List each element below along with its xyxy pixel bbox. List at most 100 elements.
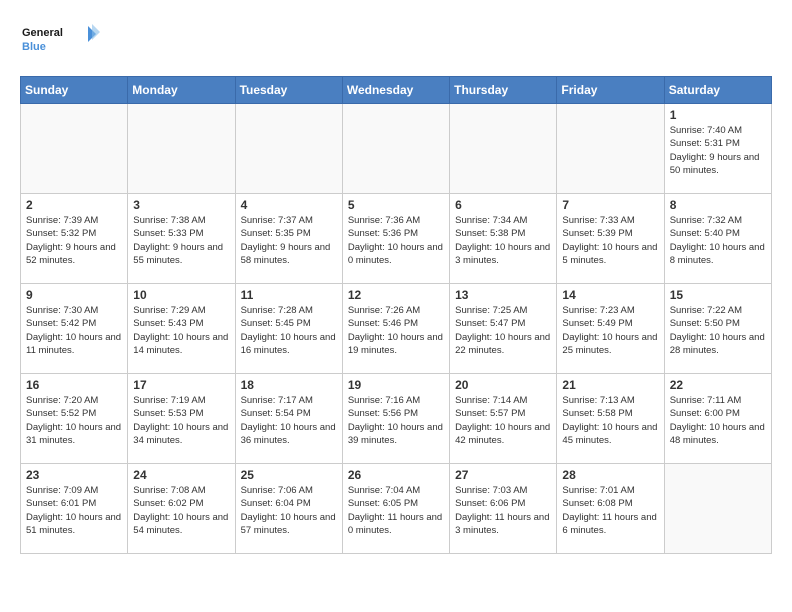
week-row-3: 9 Sunrise: 7:30 AM Sunset: 5:42 PM Daylig…	[21, 284, 772, 374]
calendar-cell	[235, 104, 342, 194]
day-info: Sunrise: 7:14 AM Sunset: 5:57 PM Dayligh…	[455, 394, 551, 447]
day-number: 14	[562, 288, 658, 302]
day-number: 23	[26, 468, 122, 482]
calendar-cell: 6 Sunrise: 7:34 AM Sunset: 5:38 PM Daylig…	[450, 194, 557, 284]
calendar-cell: 9 Sunrise: 7:30 AM Sunset: 5:42 PM Daylig…	[21, 284, 128, 374]
weekday-header-friday: Friday	[557, 77, 664, 104]
calendar-cell	[664, 464, 771, 554]
weekday-header-sunday: Sunday	[21, 77, 128, 104]
day-number: 22	[670, 378, 766, 392]
day-number: 3	[133, 198, 229, 212]
day-info: Sunrise: 7:23 AM Sunset: 5:49 PM Dayligh…	[562, 304, 658, 357]
calendar-cell	[128, 104, 235, 194]
calendar-cell: 21 Sunrise: 7:13 AM Sunset: 5:58 PM Dayli…	[557, 374, 664, 464]
day-info: Sunrise: 7:32 AM Sunset: 5:40 PM Dayligh…	[670, 214, 766, 267]
svg-text:General: General	[22, 27, 63, 39]
day-info: Sunrise: 7:11 AM Sunset: 6:00 PM Dayligh…	[670, 394, 766, 447]
calendar-table: SundayMondayTuesdayWednesdayThursdayFrid…	[20, 76, 772, 554]
day-info: Sunrise: 7:30 AM Sunset: 5:42 PM Dayligh…	[26, 304, 122, 357]
calendar-cell: 4 Sunrise: 7:37 AM Sunset: 5:35 PM Daylig…	[235, 194, 342, 284]
day-number: 15	[670, 288, 766, 302]
calendar-cell: 27 Sunrise: 7:03 AM Sunset: 6:06 PM Dayli…	[450, 464, 557, 554]
logo: General Blue	[20, 20, 100, 60]
day-number: 13	[455, 288, 551, 302]
day-info: Sunrise: 7:25 AM Sunset: 5:47 PM Dayligh…	[455, 304, 551, 357]
day-number: 18	[241, 378, 337, 392]
calendar-cell: 3 Sunrise: 7:38 AM Sunset: 5:33 PM Daylig…	[128, 194, 235, 284]
day-info: Sunrise: 7:16 AM Sunset: 5:56 PM Dayligh…	[348, 394, 444, 447]
day-number: 26	[348, 468, 444, 482]
day-info: Sunrise: 7:28 AM Sunset: 5:45 PM Dayligh…	[241, 304, 337, 357]
svg-text:Blue: Blue	[22, 41, 46, 53]
day-number: 21	[562, 378, 658, 392]
calendar-cell: 24 Sunrise: 7:08 AM Sunset: 6:02 PM Dayli…	[128, 464, 235, 554]
day-number: 28	[562, 468, 658, 482]
calendar-cell: 20 Sunrise: 7:14 AM Sunset: 5:57 PM Dayli…	[450, 374, 557, 464]
calendar-cell: 7Sunrise: 7:33 AM Sunset: 5:39 PM Daylig…	[557, 194, 664, 284]
calendar-cell: 8 Sunrise: 7:32 AM Sunset: 5:40 PM Daylig…	[664, 194, 771, 284]
calendar-cell: 26 Sunrise: 7:04 AM Sunset: 6:05 PM Dayli…	[342, 464, 449, 554]
day-number: 1	[670, 108, 766, 122]
day-number: 7	[562, 198, 658, 212]
calendar-cell: 14 Sunrise: 7:23 AM Sunset: 5:49 PM Dayli…	[557, 284, 664, 374]
calendar-cell: 28 Sunrise: 7:01 AM Sunset: 6:08 PM Dayli…	[557, 464, 664, 554]
day-info: Sunrise: 7:36 AM Sunset: 5:36 PM Dayligh…	[348, 214, 444, 267]
weekday-header-row: SundayMondayTuesdayWednesdayThursdayFrid…	[21, 77, 772, 104]
day-number: 24	[133, 468, 229, 482]
day-info: Sunrise: 7:39 AM Sunset: 5:32 PM Dayligh…	[26, 214, 122, 267]
day-info: Sunrise: 7:40 AM Sunset: 5:31 PM Dayligh…	[670, 124, 766, 177]
day-info: Sunrise: 7:37 AM Sunset: 5:35 PM Dayligh…	[241, 214, 337, 267]
calendar-cell	[342, 104, 449, 194]
day-number: 8	[670, 198, 766, 212]
day-info: Sunrise: 7:29 AM Sunset: 5:43 PM Dayligh…	[133, 304, 229, 357]
day-number: 10	[133, 288, 229, 302]
calendar-cell: 12 Sunrise: 7:26 AM Sunset: 5:46 PM Dayli…	[342, 284, 449, 374]
day-info: Sunrise: 7:13 AM Sunset: 5:58 PM Dayligh…	[562, 394, 658, 447]
day-info: Sunrise: 7:03 AM Sunset: 6:06 PM Dayligh…	[455, 484, 551, 537]
day-info: Sunrise: 7:04 AM Sunset: 6:05 PM Dayligh…	[348, 484, 444, 537]
calendar-cell: 13 Sunrise: 7:25 AM Sunset: 5:47 PM Dayli…	[450, 284, 557, 374]
calendar-cell: 10 Sunrise: 7:29 AM Sunset: 5:43 PM Dayli…	[128, 284, 235, 374]
day-info: Sunrise: 7:01 AM Sunset: 6:08 PM Dayligh…	[562, 484, 658, 537]
day-number: 11	[241, 288, 337, 302]
calendar-cell: 1 Sunrise: 7:40 AM Sunset: 5:31 PM Daylig…	[664, 104, 771, 194]
calendar-cell: 2 Sunrise: 7:39 AM Sunset: 5:32 PM Daylig…	[21, 194, 128, 284]
day-number: 25	[241, 468, 337, 482]
calendar-cell: 17Sunrise: 7:19 AM Sunset: 5:53 PM Dayli…	[128, 374, 235, 464]
calendar-cell: 23 Sunrise: 7:09 AM Sunset: 6:01 PM Dayli…	[21, 464, 128, 554]
calendar-cell: 5 Sunrise: 7:36 AM Sunset: 5:36 PM Daylig…	[342, 194, 449, 284]
day-info: Sunrise: 7:26 AM Sunset: 5:46 PM Dayligh…	[348, 304, 444, 357]
week-row-1: 1 Sunrise: 7:40 AM Sunset: 5:31 PM Daylig…	[21, 104, 772, 194]
calendar-cell	[21, 104, 128, 194]
day-info: Sunrise: 7:17 AM Sunset: 5:54 PM Dayligh…	[241, 394, 337, 447]
day-number: 9	[26, 288, 122, 302]
day-number: 20	[455, 378, 551, 392]
day-number: 16	[26, 378, 122, 392]
day-info: Sunrise: 7:06 AM Sunset: 6:04 PM Dayligh…	[241, 484, 337, 537]
calendar-cell	[450, 104, 557, 194]
weekday-header-wednesday: Wednesday	[342, 77, 449, 104]
weekday-header-monday: Monday	[128, 77, 235, 104]
day-number: 6	[455, 198, 551, 212]
week-row-4: 16 Sunrise: 7:20 AM Sunset: 5:52 PM Dayli…	[21, 374, 772, 464]
day-number: 2	[26, 198, 122, 212]
day-info: Sunrise: 7:38 AM Sunset: 5:33 PM Dayligh…	[133, 214, 229, 267]
day-number: 5	[348, 198, 444, 212]
calendar-cell: 25 Sunrise: 7:06 AM Sunset: 6:04 PM Dayli…	[235, 464, 342, 554]
calendar-cell: 19Sunrise: 7:16 AM Sunset: 5:56 PM Dayli…	[342, 374, 449, 464]
calendar-cell	[557, 104, 664, 194]
day-number: 12	[348, 288, 444, 302]
day-info: Sunrise: 7:34 AM Sunset: 5:38 PM Dayligh…	[455, 214, 551, 267]
calendar-cell: 18 Sunrise: 7:17 AM Sunset: 5:54 PM Dayli…	[235, 374, 342, 464]
logo-svg: General Blue	[20, 20, 100, 60]
week-row-2: 2 Sunrise: 7:39 AM Sunset: 5:32 PM Daylig…	[21, 194, 772, 284]
week-row-5: 23 Sunrise: 7:09 AM Sunset: 6:01 PM Dayli…	[21, 464, 772, 554]
weekday-header-tuesday: Tuesday	[235, 77, 342, 104]
day-number: 27	[455, 468, 551, 482]
day-info: Sunrise: 7:08 AM Sunset: 6:02 PM Dayligh…	[133, 484, 229, 537]
weekday-header-thursday: Thursday	[450, 77, 557, 104]
day-info: Sunrise: 7:20 AM Sunset: 5:52 PM Dayligh…	[26, 394, 122, 447]
day-number: 4	[241, 198, 337, 212]
day-info: Sunrise: 7:09 AM Sunset: 6:01 PM Dayligh…	[26, 484, 122, 537]
calendar-cell: 16 Sunrise: 7:20 AM Sunset: 5:52 PM Dayli…	[21, 374, 128, 464]
